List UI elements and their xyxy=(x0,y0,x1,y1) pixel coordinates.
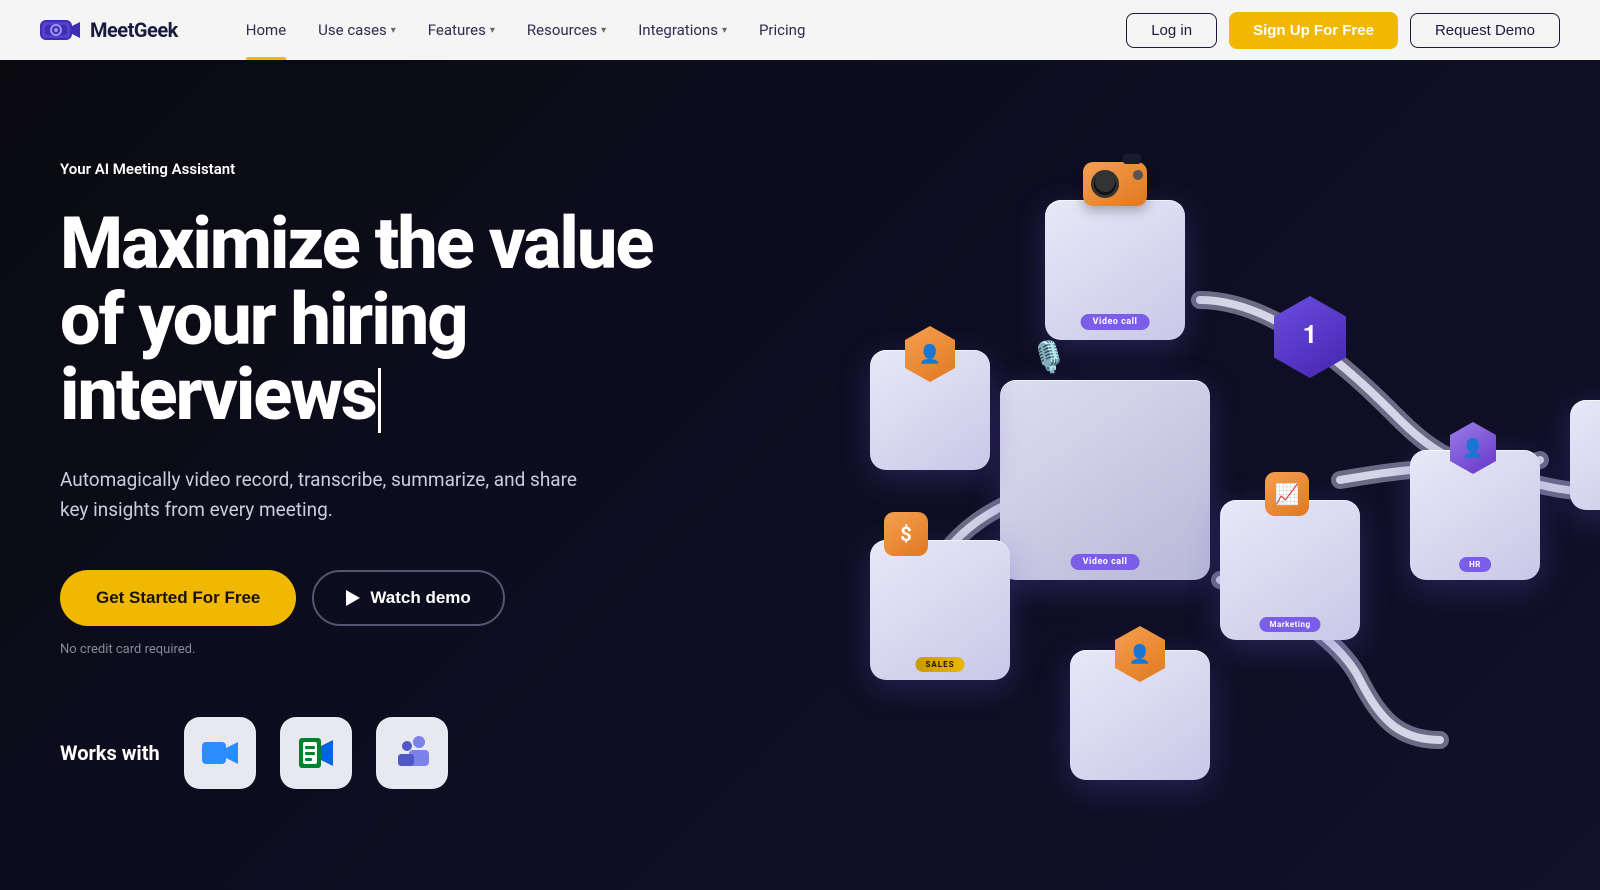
nav-actions: Log in Sign Up For Free Request Demo xyxy=(1126,12,1560,49)
navigation: MeetGeek Home Use cases ▾ Features ▾ Res… xyxy=(0,0,1600,60)
integration-google-meet[interactable] xyxy=(280,717,352,789)
cube-main-label: Video call xyxy=(1071,554,1140,570)
hr-label: HR xyxy=(1459,557,1491,572)
cube-video-call: Video call xyxy=(1045,200,1185,340)
watch-demo-button[interactable]: Watch demo xyxy=(312,570,504,626)
google-meet-icon xyxy=(295,732,337,774)
text-cursor xyxy=(378,368,381,433)
logo[interactable]: MeetGeek xyxy=(40,17,178,43)
watch-demo-label: Watch demo xyxy=(370,588,470,608)
hero-content: Your AI Meeting Assistant Maximize the v… xyxy=(60,140,652,789)
chevron-down-icon: ▾ xyxy=(391,25,396,36)
sales-label: SALES xyxy=(915,657,964,672)
integration-zoom[interactable] xyxy=(184,717,256,789)
login-button[interactable]: Log in xyxy=(1126,13,1217,48)
logo-text: MeetGeek xyxy=(90,18,178,42)
integration-teams[interactable] xyxy=(376,717,448,789)
cube-sales: $ SALES xyxy=(870,540,1010,680)
hex-badge: 𝟏 xyxy=(1274,296,1346,378)
get-started-button[interactable]: Get Started For Free xyxy=(60,570,296,626)
cube-left: 👤 xyxy=(870,350,990,470)
nav-links: Home Use cases ▾ Features ▾ Resources ▾ … xyxy=(230,0,1094,60)
hero-illustration: Video call 𝟏 🎙️ Video call 👤 $ xyxy=(780,100,1600,890)
chevron-down-icon: ▾ xyxy=(722,25,727,36)
teams-icon xyxy=(391,732,433,774)
play-icon xyxy=(346,590,360,606)
marketing-label: Marketing xyxy=(1259,617,1320,632)
video-call-label: Video call xyxy=(1081,314,1150,330)
cube-cxo: 👤 CxO xyxy=(1570,400,1600,510)
chevron-down-icon: ▾ xyxy=(490,25,495,36)
chevron-down-icon: ▾ xyxy=(601,25,606,36)
nav-link-features[interactable]: Features ▾ xyxy=(412,0,511,60)
hero-title-line1: Maximize the value xyxy=(60,201,652,286)
works-with-label: Works with xyxy=(60,741,160,765)
cube-hr: 👤 HR xyxy=(1410,450,1540,580)
request-demo-button[interactable]: Request Demo xyxy=(1410,13,1560,48)
signup-button[interactable]: Sign Up For Free xyxy=(1229,12,1398,49)
logo-icon xyxy=(40,17,80,43)
hero-section: Your AI Meeting Assistant Maximize the v… xyxy=(0,60,1600,890)
cube-marketing: 📈 Marketing xyxy=(1220,500,1360,640)
cube-bottom-mid: 👤 xyxy=(1070,650,1210,780)
cube-main-center: 🎙️ Video call xyxy=(1000,380,1210,580)
nav-link-pricing[interactable]: Pricing xyxy=(743,0,821,60)
nav-link-home[interactable]: Home xyxy=(230,0,302,60)
zoom-icon xyxy=(199,732,241,774)
hero-cta: Get Started For Free Watch demo xyxy=(60,570,652,626)
hero-title: Maximize the value of your hiring interv… xyxy=(60,206,652,433)
nav-link-use-cases[interactable]: Use cases ▾ xyxy=(302,0,412,60)
illustration-scene: Video call 𝟏 🎙️ Video call 👤 $ xyxy=(780,100,1600,890)
hero-label: Your AI Meeting Assistant xyxy=(60,160,652,178)
nav-link-integrations[interactable]: Integrations ▾ xyxy=(622,0,743,60)
hero-title-line3: interviews xyxy=(60,352,376,437)
hero-title-line2: of your hiring xyxy=(60,277,466,362)
no-credit-card-text: No credit card required. xyxy=(60,642,652,657)
hero-description: Automagically video record, transcribe, … xyxy=(60,465,580,526)
nav-link-resources[interactable]: Resources ▾ xyxy=(511,0,622,60)
works-with-section: Works with xyxy=(60,717,652,789)
